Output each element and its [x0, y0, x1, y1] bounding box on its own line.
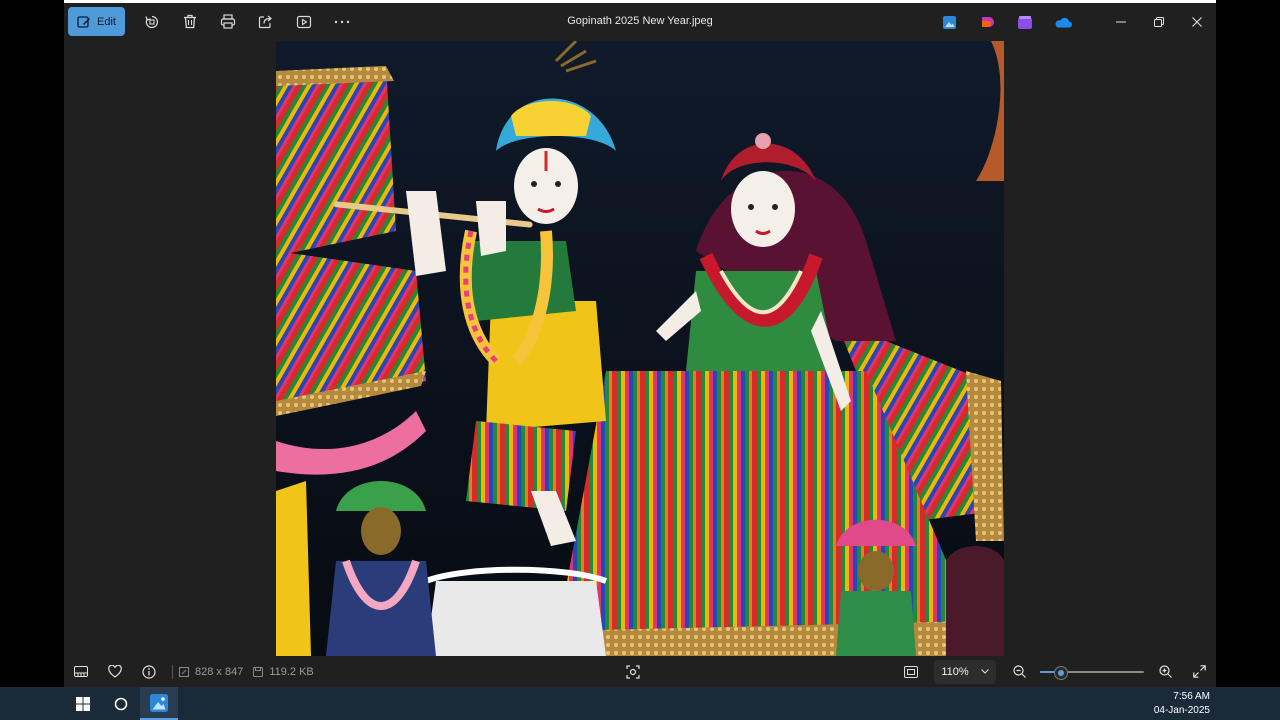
minimize-button[interactable] — [1102, 3, 1140, 41]
dimensions-icon — [179, 666, 189, 677]
close-button[interactable] — [1178, 3, 1216, 41]
dimensions-text: 828 x 847 — [195, 665, 244, 678]
titlebar-right — [930, 3, 1216, 41]
zoom-slider[interactable] — [1040, 664, 1144, 680]
windows-logo-icon — [76, 696, 90, 711]
taskbar-photos-app[interactable] — [140, 687, 178, 720]
zoom-slider-thumb[interactable] — [1053, 665, 1068, 680]
taskbar: 7:56 AM 04-Jan-2025 — [0, 687, 1280, 720]
photos-window: Edit Gopinath 2025 New Year.jpeg 828 x 8… — [64, 3, 1216, 687]
divider — [172, 664, 173, 679]
visual-search-button[interactable] — [616, 656, 650, 687]
zoom-value: 110% — [941, 665, 969, 678]
screen-border-left — [0, 0, 64, 687]
info-icon — [142, 664, 156, 679]
zoom-in-icon — [1158, 665, 1172, 678]
photos-app-button[interactable] — [930, 3, 968, 41]
fit-to-window-button[interactable] — [894, 656, 928, 687]
cortana-search-button[interactable] — [102, 687, 140, 720]
fit-window-icon — [904, 665, 918, 678]
favorite-button[interactable] — [98, 656, 132, 687]
clipchamp-app-button[interactable] — [1006, 3, 1044, 41]
chevron-down-icon — [980, 669, 989, 674]
filmstrip-icon — [74, 666, 88, 677]
minimize-icon — [1116, 21, 1126, 23]
photos-app-icon — [942, 15, 956, 29]
onedrive-cloud-icon — [1055, 17, 1072, 27]
file-size-text: 119.2 KB — [269, 665, 314, 678]
zoom-out-icon — [1012, 665, 1026, 678]
screen-border-right — [1216, 0, 1280, 687]
deity-photo-image — [276, 41, 1004, 656]
cortana-circle-icon — [114, 697, 128, 710]
image-viewport[interactable] — [276, 41, 1004, 656]
restore-icon — [1154, 17, 1164, 27]
file-size-icon — [253, 666, 264, 677]
system-clock[interactable]: 7:56 AM 04-Jan-2025 — [1154, 690, 1210, 718]
filmstrip-button[interactable] — [64, 656, 98, 687]
designer-app-button[interactable] — [968, 3, 1006, 41]
title-bar: Edit Gopinath 2025 New Year.jpeg — [64, 3, 1216, 41]
clock-time: 7:56 AM — [1173, 691, 1210, 702]
close-icon — [1192, 17, 1202, 27]
expand-icon — [1192, 665, 1206, 678]
visual-search-icon — [626, 664, 640, 679]
clipchamp-app-icon — [1018, 15, 1032, 29]
restore-button[interactable] — [1140, 3, 1178, 41]
file-info-button[interactable] — [132, 656, 166, 687]
zoom-dropdown[interactable]: 110% — [934, 659, 996, 684]
designer-app-icon — [982, 17, 994, 27]
zoom-in-button[interactable] — [1148, 656, 1182, 687]
zoom-out-button[interactable] — [1002, 656, 1036, 687]
onedrive-button[interactable] — [1044, 3, 1082, 41]
heart-icon — [108, 665, 122, 678]
status-bar: 828 x 847 119.2 KB 110% — [64, 656, 1216, 687]
clock-date: 04-Jan-2025 — [1153, 705, 1210, 716]
file-size: 119.2 KB — [253, 665, 314, 678]
start-button[interactable] — [64, 687, 102, 720]
photos-app-icon — [150, 693, 168, 712]
full-screen-button[interactable] — [1182, 656, 1216, 687]
image-dimensions: 828 x 847 — [179, 666, 243, 678]
